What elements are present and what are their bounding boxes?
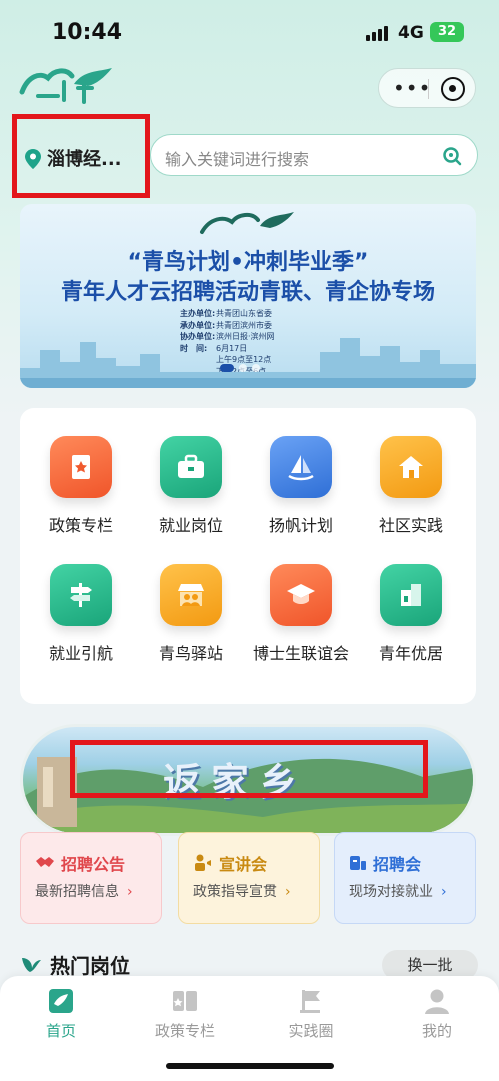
community-house-icon: [380, 436, 442, 498]
tab-policy[interactable]: 政策专栏: [130, 986, 240, 1041]
card-subtitle: 现场对接就业 ›: [349, 884, 447, 900]
capsule-divider: [428, 79, 429, 99]
search-placeholder: 输入关键词进行搜索: [165, 150, 310, 169]
banner-logo: [200, 212, 294, 234]
hot-jobs-title: 热门岗位: [50, 954, 130, 978]
city-skyline-illustration: [20, 338, 476, 388]
apartment-icon: [380, 564, 442, 626]
grid-item-policy[interactable]: 政策专栏: [26, 436, 136, 536]
card-title: 招聘公告: [35, 851, 125, 875]
briefcase-icon: [160, 436, 222, 498]
banner-pagination: [220, 364, 260, 372]
grid-item-guide[interactable]: 就业引航: [26, 564, 136, 664]
grid-label: 就业岗位: [158, 516, 223, 535]
flag-icon: [300, 990, 320, 1013]
location-selector[interactable]: 淄博经...: [12, 114, 150, 198]
policy-book-icon: [50, 436, 112, 498]
card-subtitle: 最新招聘信息 ›: [35, 884, 133, 900]
mini-program-capsule: •••: [378, 68, 476, 108]
tab-label: 政策专栏: [154, 1022, 215, 1040]
app-logo: [19, 68, 112, 104]
card-recruit-notice[interactable]: 招聘公告 最新招聘信息 ›: [20, 832, 162, 924]
signpost-icon: [50, 564, 112, 626]
more-icon[interactable]: •••: [393, 77, 431, 99]
banner-info-row: 主办单位:共青团山东省委: [180, 309, 272, 318]
promo-banner[interactable]: “青鸟计划•冲刺毕业季” 青年人才云招聘活动青联、青企协专场 主办单位:共青团山…: [20, 204, 476, 388]
grid-item-station[interactable]: 青鸟驿站: [136, 564, 246, 664]
grid-label: 社区实践: [378, 516, 443, 535]
signal-icon: [366, 26, 388, 41]
tab-label: 实践圈: [288, 1022, 334, 1040]
job-fair-icon: [350, 856, 366, 870]
battery-icon: 32: [430, 22, 464, 42]
card-subtitle: 政策指导宣贯 ›: [193, 884, 291, 900]
banner-title: “青鸟计划•冲刺毕业季”: [127, 250, 369, 275]
graduation-cap-icon: [270, 564, 332, 626]
chevron-right-icon: ›: [441, 884, 447, 900]
search-icon[interactable]: [442, 146, 462, 166]
grid-label: 青年优居: [378, 644, 443, 663]
card-title: 招聘会: [349, 851, 421, 875]
home-bird-icon: [49, 989, 73, 1013]
policy-book-icon: [173, 991, 197, 1011]
grid-label: 博士生联谊会: [252, 644, 349, 663]
grid-item-sail[interactable]: 扬帆计划: [246, 436, 356, 536]
banner-subtitle: 青年人才云招聘活动青联、青企协专场: [60, 280, 435, 305]
card-seminar[interactable]: 宣讲会 政策指导宣贯 ›: [178, 832, 320, 924]
status-bar: 10:44 4G 32: [0, 0, 499, 64]
grid-item-housing[interactable]: 青年优居: [356, 564, 466, 664]
status-time: 10:44: [52, 20, 123, 45]
handshake-icon: [36, 857, 54, 867]
tab-mine[interactable]: 我的: [382, 986, 492, 1041]
grid-label: 扬帆计划: [268, 516, 333, 535]
card-job-fair[interactable]: 招聘会 现场对接就业 ›: [334, 832, 476, 924]
tab-home[interactable]: 首页: [6, 986, 116, 1041]
grid-label: 青鸟驿站: [158, 644, 223, 663]
chevron-right-icon: ›: [285, 884, 291, 900]
tab-practice[interactable]: 实践圈: [256, 986, 366, 1041]
grid-label: 就业引航: [48, 644, 113, 663]
tab-label: 首页: [45, 1022, 76, 1040]
grid-item-phd[interactable]: 博士生联谊会: [246, 564, 356, 664]
close-target-icon[interactable]: [441, 77, 465, 101]
grid-label: 政策专栏: [48, 516, 113, 535]
grid-item-community[interactable]: 社区实践: [356, 436, 466, 536]
chevron-right-icon: ›: [127, 884, 133, 900]
speaker-icon: [195, 854, 211, 871]
bird-icon: [22, 958, 41, 972]
home-indicator: [166, 1063, 334, 1069]
search-input[interactable]: 输入关键词进行搜索: [150, 134, 478, 176]
location-city: 淄博经...: [47, 149, 122, 170]
feature-grid: 政策专栏 就业岗位 扬帆计划 社区实践 就业引航 青鸟驿站 博士生联谊会 青年优…: [20, 408, 476, 704]
location-pin-icon: [25, 149, 41, 169]
network-label: 4G: [398, 23, 424, 43]
sailboat-icon: [270, 436, 332, 498]
user-icon: [425, 989, 449, 1014]
grid-item-jobs[interactable]: 就业岗位: [136, 436, 246, 536]
station-people-icon: [160, 564, 222, 626]
card-title: 宣讲会: [193, 851, 267, 875]
highlight-box: [70, 740, 428, 798]
tab-label: 我的: [421, 1022, 452, 1040]
